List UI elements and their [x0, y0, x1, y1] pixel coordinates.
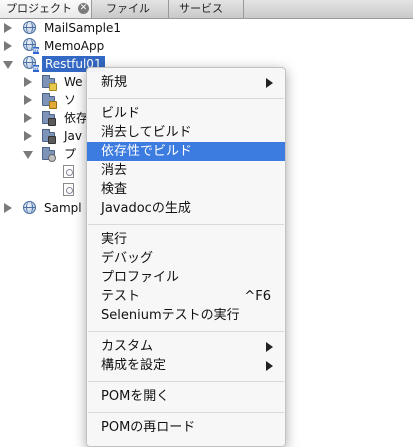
menu-item-label: 消去 — [101, 163, 128, 178]
tab-services-label: サービス — [179, 2, 223, 15]
tree-node-label: Jav — [64, 129, 82, 143]
menu-item-debug[interactable]: デバッグ — [87, 249, 285, 268]
tab-files[interactable]: ファイル — [92, 0, 169, 18]
expand-arrow-icon[interactable] — [24, 113, 32, 123]
expand-arrow-icon[interactable] — [24, 77, 32, 87]
menu-item-run[interactable]: 実行 — [87, 230, 285, 249]
tab-files-label: ファイル — [106, 2, 150, 15]
tree-node-mailsample1[interactable]: MailSample1 — [0, 19, 200, 37]
menu-item-shortcut: ^F6 — [244, 289, 271, 304]
tree-node-label: ソ — [64, 93, 77, 107]
menu-separator — [88, 412, 284, 413]
menu-item-set-configuration[interactable]: 構成を設定 — [87, 356, 285, 375]
menu-item-label: 実行 — [101, 232, 128, 247]
menu-item-label: 依存性でビルド — [101, 144, 193, 159]
tree-node-label: We — [64, 75, 83, 89]
tab-projects[interactable]: プロジェクト ✕ — [0, 0, 92, 18]
menu-item-clean-build[interactable]: 消去してビルド — [87, 123, 285, 142]
submenu-arrow-icon — [266, 78, 273, 88]
menu-item-label: ビルド — [101, 106, 141, 121]
collapse-arrow-icon[interactable] — [23, 151, 33, 159]
menu-item-label: POMを開く — [101, 389, 170, 404]
tree-node-dependencies[interactable]: 依存 — [0, 109, 90, 127]
xml-file-icon — [63, 183, 74, 196]
tree-node-source-packages[interactable]: ソ — [0, 91, 90, 109]
web-badge-icon — [49, 83, 57, 91]
tree-node-sample[interactable]: Sampl — [0, 199, 90, 217]
menu-item-new[interactable]: 新規 — [87, 73, 285, 92]
library-badge-icon — [48, 136, 56, 144]
menu-item-reload-pom[interactable]: POMの再ロード — [87, 418, 285, 437]
menu-item-label: カスタム — [101, 339, 154, 354]
menu-item-run-selenium-tests[interactable]: Seleniumテストの実行 — [87, 306, 285, 325]
tab-bar: プロジェクト ✕ ファイル サービス — [0, 0, 413, 19]
menu-item-label: 消去してビルド — [101, 125, 192, 140]
menu-item-label: POMの再ロード — [101, 420, 196, 435]
expand-arrow-icon[interactable] — [4, 23, 12, 33]
expand-arrow-icon[interactable] — [24, 131, 32, 141]
maven-badge-icon: m — [33, 65, 40, 72]
menu-item-clean[interactable]: 消去 — [87, 161, 285, 180]
menu-separator — [88, 331, 284, 332]
tree-node-file[interactable] — [0, 181, 90, 199]
menu-item-label: 構成を設定 — [101, 358, 167, 373]
menu-item-custom[interactable]: カスタム — [87, 337, 285, 356]
maven-badge-icon: m — [33, 47, 40, 54]
menu-item-check[interactable]: 検査 — [87, 180, 285, 199]
expand-arrow-icon[interactable] — [24, 95, 32, 105]
tab-projects-label: プロジェクト — [6, 2, 72, 15]
menu-item-label: 検査 — [101, 182, 128, 197]
menu-item-open-pom[interactable]: POMを開く — [87, 387, 285, 406]
tree-node-web-pages[interactable]: We — [0, 73, 90, 91]
menu-item-build-with-dependencies[interactable]: 依存性でビルド — [87, 142, 285, 161]
tree-node-label: MailSample1 — [44, 21, 122, 35]
settings-badge-icon — [48, 154, 56, 162]
submenu-arrow-icon — [266, 342, 273, 352]
expand-arrow-icon[interactable] — [4, 41, 12, 51]
expand-arrow-icon[interactable] — [4, 203, 12, 213]
menu-item-test[interactable]: テスト ^F6 — [87, 287, 285, 306]
xml-file-icon — [63, 165, 74, 178]
tree-node-label: プ — [64, 147, 77, 161]
tree-node-memoapp[interactable]: m MemoApp — [0, 37, 200, 55]
menu-item-label: 新規 — [101, 75, 128, 90]
menu-item-label: デバッグ — [101, 251, 154, 266]
web-project-icon — [23, 201, 36, 214]
menu-item-label: テスト — [101, 289, 141, 304]
library-badge-icon — [48, 118, 56, 126]
context-menu: 新規 ビルド 消去してビルド 依存性でビルド 消去 検査 Javadocの生成 … — [86, 67, 286, 447]
menu-item-label: プロファイル — [101, 270, 180, 285]
tree-node-label: 依存 — [64, 111, 89, 125]
web-project-icon — [23, 21, 36, 34]
tree-node-label: Sampl — [44, 201, 82, 215]
tab-services[interactable]: サービス — [169, 0, 244, 18]
menu-item-label: Seleniumテストの実行 — [101, 308, 240, 323]
submenu-arrow-icon — [266, 361, 273, 371]
tree-node-project-files[interactable]: プ — [0, 145, 90, 163]
menu-item-profile[interactable]: プロファイル — [87, 268, 285, 287]
collapse-arrow-icon[interactable] — [3, 61, 13, 69]
menu-separator — [88, 381, 284, 382]
menu-separator — [88, 98, 284, 99]
tree-node-label: MemoApp — [44, 39, 105, 53]
tree-node-java-dependencies[interactable]: Jav — [0, 127, 90, 145]
package-badge-icon — [49, 101, 57, 109]
menu-item-generate-javadoc[interactable]: Javadocの生成 — [87, 199, 285, 218]
menu-item-label: Javadocの生成 — [101, 201, 191, 216]
menu-item-build[interactable]: ビルド — [87, 104, 285, 123]
tree-node-file[interactable] — [0, 163, 90, 181]
close-icon[interactable]: ✕ — [78, 3, 89, 14]
menu-separator — [88, 224, 284, 225]
